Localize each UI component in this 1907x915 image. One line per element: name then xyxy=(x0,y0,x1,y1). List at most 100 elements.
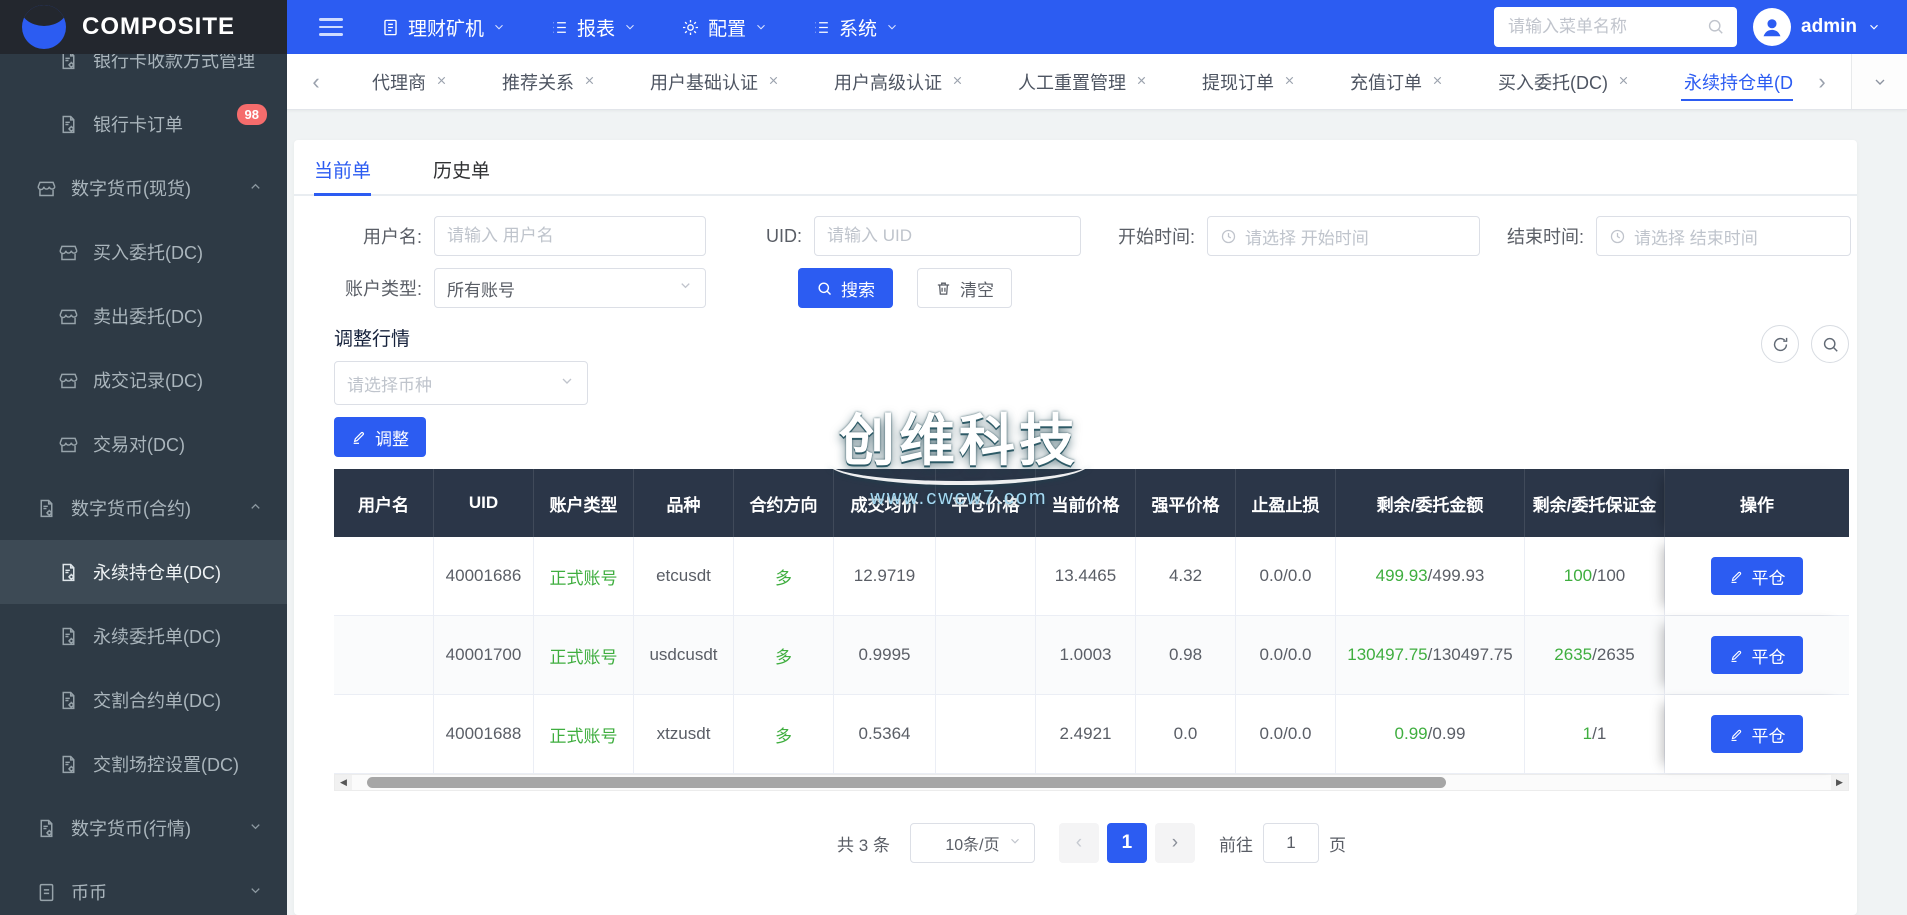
sidebar-item-12[interactable]: 数字货币(行情) xyxy=(0,796,287,860)
menu-search-input[interactable] xyxy=(1494,7,1737,47)
shop-icon xyxy=(58,306,79,327)
chevron-down-icon xyxy=(248,882,263,903)
scrollbar-track[interactable] xyxy=(352,775,1831,790)
nav-menus: 理财矿机 报表 配置 系统 xyxy=(381,14,899,41)
close-tab-icon[interactable] xyxy=(1431,71,1444,92)
coin-select-placeholder: 请选择币种 xyxy=(347,371,432,396)
open-tab-4[interactable]: 人工重置管理 xyxy=(991,54,1175,109)
close-tab-icon[interactable] xyxy=(951,71,964,92)
tab-label: 用户高级认证 xyxy=(834,69,942,95)
cell-liq_price: 0.0 xyxy=(1136,695,1236,773)
nav-menu-3[interactable]: 系统 xyxy=(812,14,899,41)
adjust-button-label: 调整 xyxy=(375,425,409,450)
coin-select[interactable]: 请选择币种 xyxy=(334,361,588,405)
column-header: 用户名 xyxy=(334,469,434,537)
sidebar-item-13[interactable]: 币币 xyxy=(0,860,287,915)
cell-actions: 平仓 xyxy=(1665,695,1849,773)
start-time-field[interactable]: 请选择 开始时间 xyxy=(1207,216,1480,256)
chevron-down-icon xyxy=(754,20,768,34)
open-tab-5[interactable]: 提现订单 xyxy=(1175,54,1323,109)
pen-icon xyxy=(351,429,367,445)
close-position-button[interactable]: 平仓 xyxy=(1711,557,1803,595)
filter-row-2: 账户类型: 所有账号 搜索 清空 xyxy=(334,268,1857,308)
open-tab-1[interactable]: 推荐关系 xyxy=(475,54,623,109)
open-tab-8[interactable]: 永续持仓单(DC) xyxy=(1657,54,1793,109)
table-row: 40001686正式账号etcusdt多12.971913.44654.320.… xyxy=(334,537,1849,616)
close-position-button[interactable]: 平仓 xyxy=(1711,715,1803,753)
end-time-field[interactable]: 请选择 结束时间 xyxy=(1596,216,1851,256)
open-tab-0[interactable]: 代理商 xyxy=(345,54,475,109)
sidebar-item-3[interactable]: 买入委托(DC) xyxy=(0,220,287,284)
sidebar-item-11[interactable]: 交割场控设置(DC) xyxy=(0,732,287,796)
tabs-options-button[interactable] xyxy=(1851,54,1907,109)
prev-page-button[interactable]: ‹ xyxy=(1059,823,1099,863)
open-tab-6[interactable]: 充值订单 xyxy=(1323,54,1471,109)
sidebar-item-label: 永续持仓单(DC) xyxy=(93,559,267,585)
clear-button[interactable]: 清空 xyxy=(917,268,1012,308)
scroll-left-arrow[interactable]: ◀ xyxy=(335,775,352,790)
refresh-button[interactable] xyxy=(1761,325,1799,363)
search-button[interactable]: 搜索 xyxy=(798,268,893,308)
hamburger-menu-icon[interactable] xyxy=(319,18,343,36)
sidebar-item-5[interactable]: 成交记录(DC) xyxy=(0,348,287,412)
open-tab-7[interactable]: 买入委托(DC) xyxy=(1471,54,1657,109)
sidebar-item-7[interactable]: 数字货币(合约) xyxy=(0,476,287,540)
goto-page-input[interactable] xyxy=(1263,823,1319,863)
username-input[interactable] xyxy=(447,226,693,246)
column-header: 合约方向 xyxy=(734,469,834,537)
open-tab-2[interactable]: 用户基础认证 xyxy=(623,54,807,109)
account-type-select[interactable]: 所有账号 xyxy=(434,268,706,308)
close-tab-icon[interactable] xyxy=(1283,71,1296,92)
order-tab-1[interactable]: 历史单 xyxy=(433,152,490,194)
column-header: 剩余/委托保证金 xyxy=(1525,469,1665,537)
order-tab-0[interactable]: 当前单 xyxy=(314,152,371,194)
tabs-scroll-right-button[interactable]: › xyxy=(1793,54,1851,109)
adjust-market-title: 调整行情 xyxy=(334,324,1857,351)
tabs-scroll-left-button[interactable]: ‹ xyxy=(287,54,345,109)
sidebar-item-10[interactable]: 交割合约单(DC) xyxy=(0,668,287,732)
cell-direction: 多 xyxy=(734,537,834,615)
uid-input[interactable] xyxy=(827,226,1068,246)
sqlfile-icon xyxy=(58,690,79,711)
cell-username xyxy=(334,537,434,615)
cell-margin: 2635/2635 xyxy=(1525,616,1665,694)
close-tab-icon[interactable] xyxy=(435,71,448,92)
sidebar-item-2[interactable]: 数字货币(现货) xyxy=(0,156,287,220)
nav-menu-0[interactable]: 理财矿机 xyxy=(381,14,506,41)
column-header: 强平价格 xyxy=(1136,469,1236,537)
sidebar-item-8[interactable]: 永续持仓单(DC) xyxy=(0,540,287,604)
pagination: 共 3 条 10条/页 ‹ 1 › 前往 页 xyxy=(334,823,1849,863)
watermark-title: 创维科技 xyxy=(799,396,1119,477)
page-size-select[interactable]: 10条/页 xyxy=(910,823,1035,863)
nav-menu-2[interactable]: 配置 xyxy=(681,14,768,41)
scroll-right-arrow[interactable]: ▶ xyxy=(1831,775,1848,790)
sidebar-item-0[interactable]: 银行卡收款方式管理 xyxy=(0,54,287,92)
sidebar-item-4[interactable]: 卖出委托(DC) xyxy=(0,284,287,348)
end-time-placeholder: 请选择 结束时间 xyxy=(1634,224,1758,249)
close-tab-icon[interactable] xyxy=(767,71,780,92)
close-tab-icon[interactable] xyxy=(1135,71,1148,92)
column-header: 账户类型 xyxy=(534,469,634,537)
scrollbar-thumb[interactable] xyxy=(367,777,1447,788)
sqlfile-icon xyxy=(36,498,57,519)
cell-uid: 40001686 xyxy=(434,537,534,615)
sidebar-item-6[interactable]: 交易对(DC) xyxy=(0,412,287,476)
adjust-button[interactable]: 调整 xyxy=(334,417,426,457)
table-header-row: 用户名UID账户类型品种合约方向成交均价平仓价格当前价格强平价格止盈止损剩余/委… xyxy=(334,469,1849,537)
content-area: 当前单历史单 用户名: UID: 开始时间: 请选择 开始时间 xyxy=(287,110,1907,915)
next-page-button[interactable]: › xyxy=(1155,823,1195,863)
search-toggle-button[interactable] xyxy=(1811,325,1849,363)
close-position-button[interactable]: 平仓 xyxy=(1711,636,1803,674)
end-time-label: 结束时间: xyxy=(1500,223,1596,249)
user-menu[interactable]: admin xyxy=(1753,8,1881,46)
current-page-button[interactable]: 1 xyxy=(1107,823,1147,863)
start-time-label: 开始时间: xyxy=(1105,223,1207,249)
nav-menu-1[interactable]: 报表 xyxy=(550,14,637,41)
nav-menu-label: 报表 xyxy=(577,14,615,41)
sidebar-item-9[interactable]: 永续委托单(DC) xyxy=(0,604,287,668)
open-tab-3[interactable]: 用户高级认证 xyxy=(807,54,991,109)
table-row: 40001700正式账号usdcusdt多0.99951.00030.980.0… xyxy=(334,616,1849,695)
sidebar-item-1[interactable]: 银行卡订单98 xyxy=(0,92,287,156)
close-tab-icon[interactable] xyxy=(583,71,596,92)
close-tab-icon[interactable] xyxy=(1617,71,1630,92)
